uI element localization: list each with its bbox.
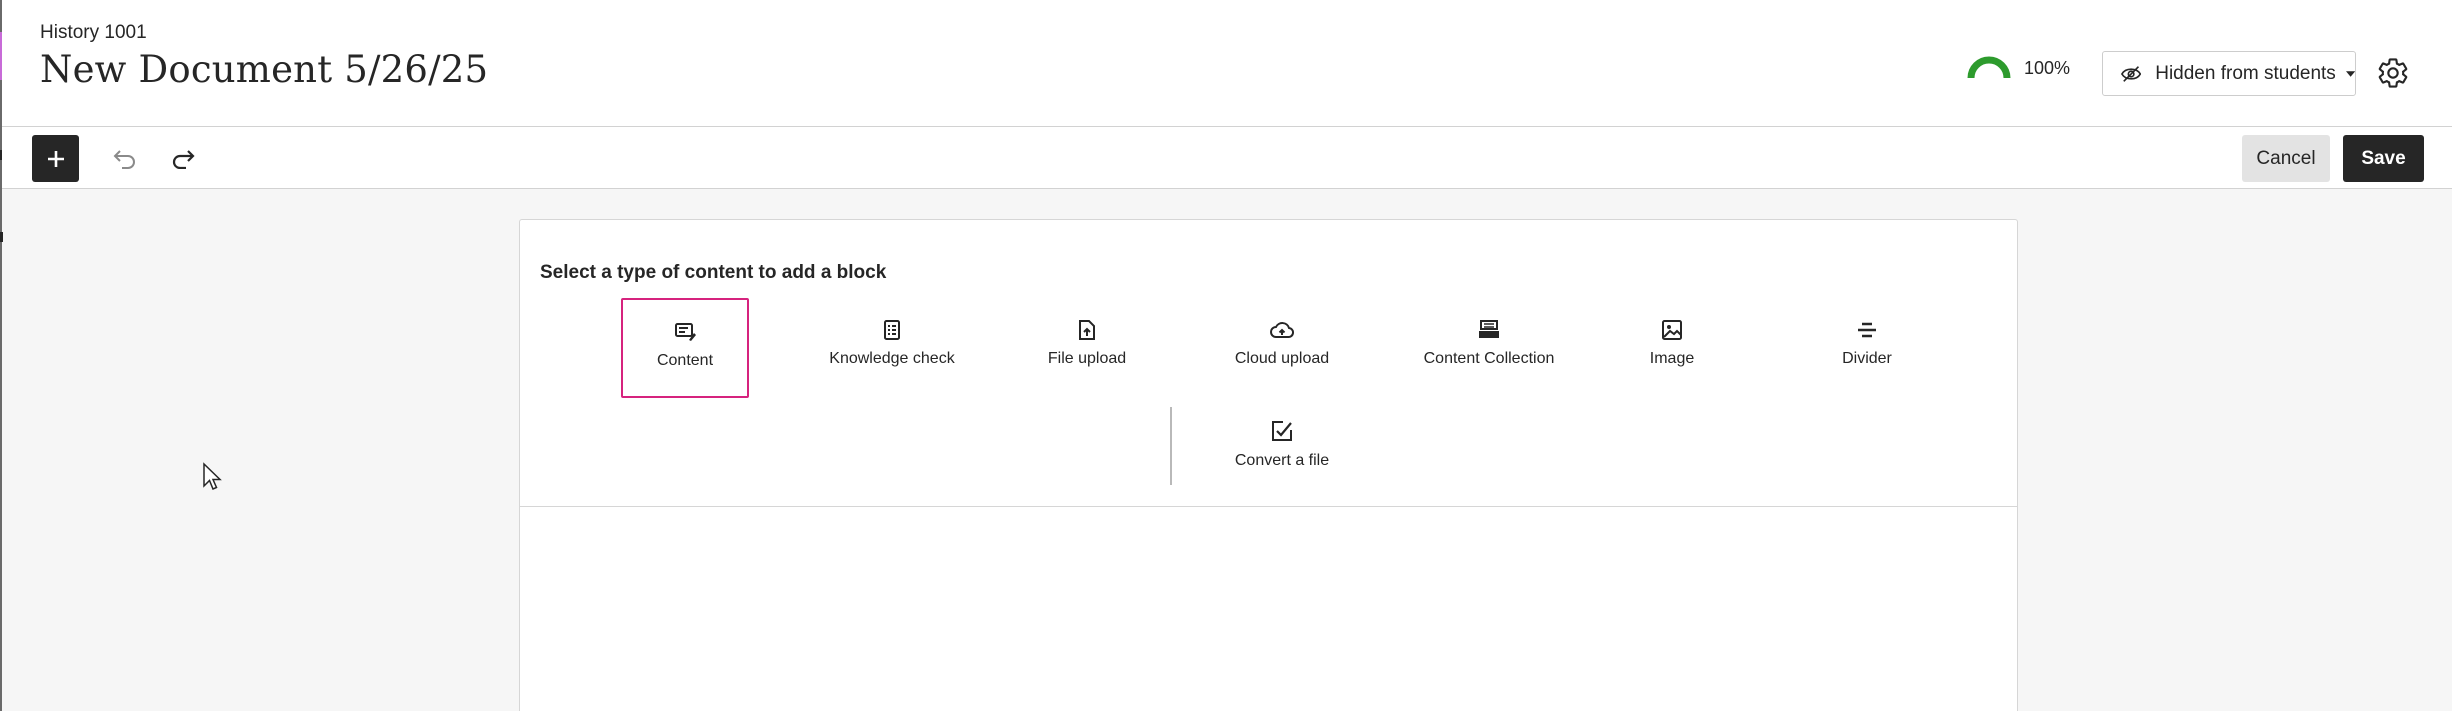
image-option[interactable]: Image <box>1608 298 1736 398</box>
content-block-option[interactable]: Content <box>621 298 749 398</box>
knowledge-check-option[interactable]: Knowledge check <box>817 298 967 398</box>
gear-icon[interactable] <box>2376 56 2410 90</box>
edge-marker <box>0 232 3 242</box>
knowledge-check-icon <box>884 320 900 340</box>
convert-file-option[interactable]: Convert a file <box>1218 398 1346 498</box>
content-collection-option[interactable]: Content Collection <box>1404 298 1574 398</box>
divider-option[interactable]: Divider <box>1803 298 1931 398</box>
page-header: History 1001 New Document 5/26/25 100% H… <box>2 0 2452 127</box>
content-block-label: Content <box>656 352 714 369</box>
visibility-dropdown[interactable]: Hidden from students <box>2102 51 2356 96</box>
cloud-upload-label: Cloud upload <box>1234 350 1330 367</box>
content-picker-heading: Select a type of content to add a block <box>540 262 887 283</box>
convert-file-label: Convert a file <box>1234 452 1330 469</box>
content-picker-card: Select a type of content to add a block … <box>519 219 2018 711</box>
page-title[interactable]: New Document 5/26/25 <box>40 48 488 91</box>
editor-toolbar: Cancel Save <box>2 127 2452 189</box>
image-label: Image <box>1649 350 1695 367</box>
card-separator <box>520 506 2017 507</box>
plus-icon <box>47 150 64 167</box>
file-upload-icon <box>1079 320 1095 340</box>
file-upload-label: File upload <box>1047 350 1127 367</box>
convert-file-icon <box>1272 421 1292 441</box>
document-editor: History 1001 New Document 5/26/25 100% H… <box>0 0 2452 711</box>
cloud-upload-icon <box>1270 322 1294 338</box>
eye-slash-icon <box>2121 65 2142 82</box>
image-icon <box>1662 320 1682 340</box>
visibility-label: Hidden from students <box>2155 62 2336 84</box>
redo-icon[interactable] <box>170 147 196 169</box>
content-collection-icon <box>1479 320 1499 338</box>
content-block-icon <box>675 323 696 341</box>
file-upload-option[interactable]: File upload <box>1023 298 1151 398</box>
course-name: History 1001 <box>40 22 147 43</box>
progress-gauge-icon <box>1967 56 2011 79</box>
mouse-cursor-icon <box>203 462 222 490</box>
add-block-button[interactable] <box>32 135 79 182</box>
content-collection-label: Content Collection <box>1423 350 1555 367</box>
divider-icon <box>1858 322 1876 338</box>
knowledge-check-label: Knowledge check <box>829 350 955 367</box>
save-button[interactable]: Save <box>2343 135 2424 182</box>
progress-indicator: 100% <box>1966 56 2070 80</box>
cloud-upload-option[interactable]: Cloud upload <box>1218 298 1346 398</box>
option-group-divider <box>1170 407 1172 485</box>
cancel-button[interactable]: Cancel <box>2242 135 2330 182</box>
caret-down-icon <box>2345 70 2355 77</box>
undo-icon[interactable] <box>112 147 138 169</box>
divider-label: Divider <box>1842 350 1892 367</box>
progress-label: 100% <box>2024 57 2071 78</box>
